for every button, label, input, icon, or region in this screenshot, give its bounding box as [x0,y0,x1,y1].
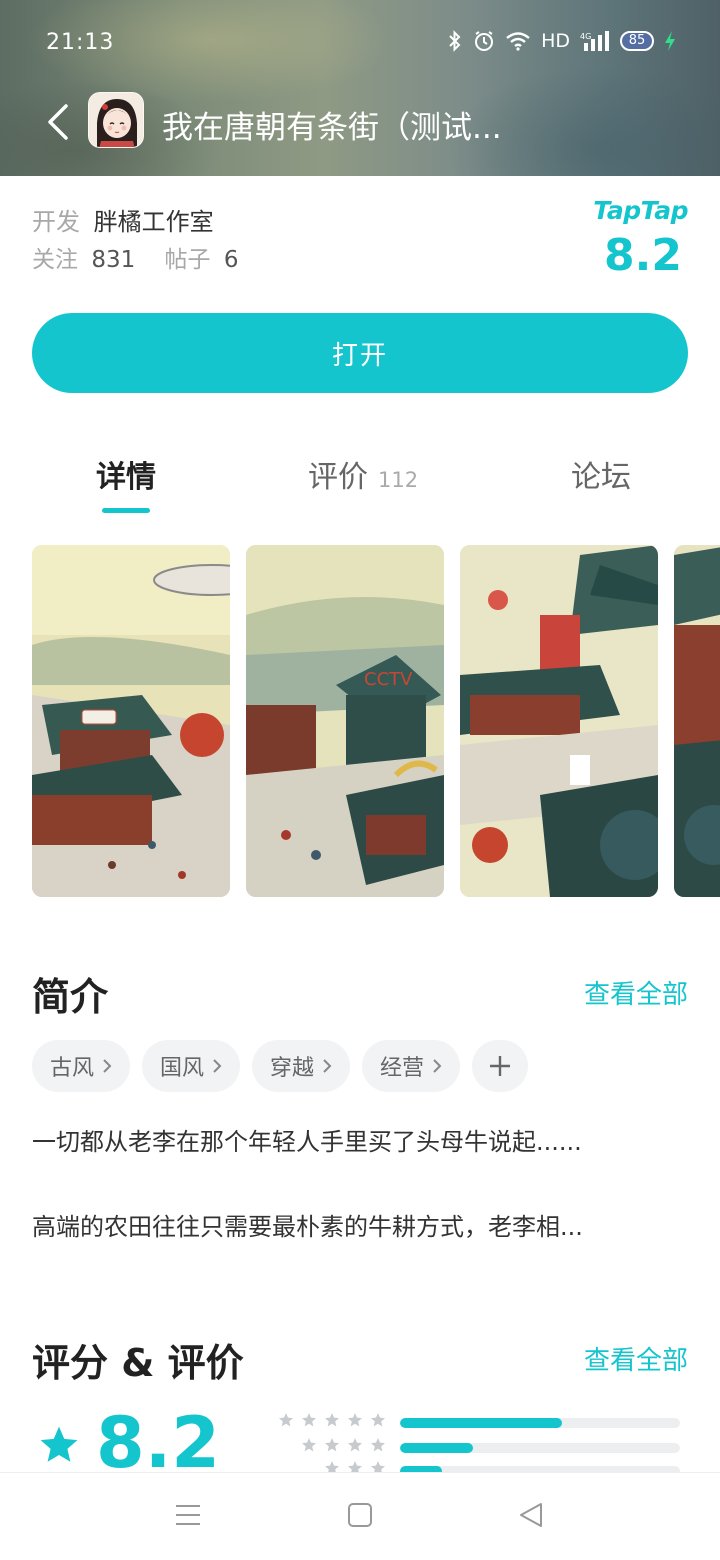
rating-score: 8.2 [96,1408,221,1474]
app-title: 我在唐朝有条街（测试... [162,110,502,146]
intro-see-all-link[interactable]: 查看全部 [584,974,688,1011]
follow-label: 关注 [32,247,78,273]
tag-label: 穿越 [270,1056,315,1081]
svg-text:4G: 4G [580,32,591,41]
star-icon [348,1413,362,1427]
star-group [301,1437,386,1453]
intro-paragraph-2: 高端的农田往往只需要最朴素的牛耕方式，老李相... [32,1213,583,1241]
tab-details[interactable]: 详情 [96,452,156,496]
star-icon [348,1461,362,1472]
tag-chip[interactable]: 古风 [32,1040,131,1092]
tab-reviews-count: 112 [378,468,419,492]
title-bar: 我在唐朝有条街（测试... [0,90,720,154]
status-time: 21:13 [46,30,115,55]
alarm-icon [475,31,494,51]
rating-row-5 [258,1412,688,1432]
battery-indicator: 85 [620,31,654,51]
developer-label: 开发 [32,208,80,236]
star-icon [371,1438,385,1452]
star-icon [302,1413,316,1427]
post-count: 6 [223,247,239,273]
post-label: 帖子 [164,247,211,273]
app-header: 21:13 HD 4G 85 我在唐朝有条街（测试... [0,0,720,176]
follow-count: 831 [91,247,136,273]
tag-label: 经营 [380,1056,425,1081]
svg-text:CCTV: CCTV [364,669,413,690]
star-icon [325,1413,339,1427]
chevron-right-icon [433,1059,442,1073]
rating-see-all-link[interactable]: 查看全部 [584,1340,688,1377]
tab-indicator [102,508,150,513]
chevron-right-icon [323,1059,332,1073]
network-type: HD [541,30,570,52]
system-nav-bar [0,1472,720,1560]
rating-title: 评分 & 评价 [32,1341,244,1385]
star-icon [371,1461,385,1472]
back-arrow-icon[interactable] [40,100,80,144]
wifi-icon [506,32,530,51]
star-icon [279,1413,293,1427]
add-tag-button[interactable] [472,1040,529,1092]
status-bar: 21:13 HD 4G 85 [0,22,720,66]
stats-row: 关注 831 帖子 6 [32,240,244,274]
tag-list: 古风 国风 穿越 经营 [32,1040,529,1092]
tag-label: 国风 [160,1056,205,1081]
chevron-right-icon [213,1059,222,1073]
developer-name[interactable]: 胖橘工作室 [94,208,214,236]
rating-bar-fill [400,1443,473,1453]
star-icon [302,1438,316,1452]
tab-reviews[interactable]: 评价 112 [308,452,418,496]
rating-bar-track [400,1418,680,1428]
rating-distribution [258,1412,688,1472]
screenshot-gallery[interactable]: CCTV [32,545,720,897]
tab-reviews-label: 评价 [308,460,368,495]
star-icon [325,1461,339,1472]
tag-chip[interactable]: 穿越 [252,1040,351,1092]
screenshot-4[interactable] [674,545,720,897]
developer-row: 开发 胖橘工作室 [32,202,214,237]
screenshot-3[interactable] [460,545,658,897]
rating-row-3 [258,1460,688,1472]
star-icon [325,1438,339,1452]
star-group [324,1460,386,1472]
plus-icon [490,1056,511,1076]
tag-label: 古风 [50,1056,95,1081]
star-icon [348,1438,362,1452]
tab-forum[interactable]: 论坛 [571,452,631,496]
menu-icon[interactable] [174,1501,202,1529]
bluetooth-icon [449,30,461,52]
tag-chip[interactable]: 经营 [362,1040,461,1092]
screenshot-2[interactable]: CCTV [246,545,444,897]
star-icon [40,1426,78,1462]
signal-icon: 4G [580,31,609,51]
rating-bar-track [400,1443,680,1453]
app-icon [88,92,144,148]
taptap-score: 8.2 [604,230,682,281]
star-group [278,1412,386,1428]
chevron-right-icon [103,1059,112,1073]
home-icon[interactable] [347,1501,373,1529]
taptap-logo: TapTap [593,196,688,225]
tag-chip[interactable]: 国风 [142,1040,241,1092]
rating-bar-fill [400,1418,563,1428]
tab-details-label: 详情 [96,460,156,495]
screenshot-1[interactable] [32,545,230,897]
intro-title: 简介 [32,975,109,1019]
star-icon [371,1413,385,1427]
rating-row-4 [258,1437,688,1457]
status-icons: HD 4G 85 [447,30,676,52]
intro-paragraph-1: 一切都从老李在那个年轻人手里买了头母牛说起...... [32,1128,582,1156]
charging-icon [665,31,675,51]
open-button[interactable]: 打开 [32,313,688,393]
back-icon[interactable] [517,1501,545,1529]
tab-forum-label: 论坛 [571,460,631,495]
